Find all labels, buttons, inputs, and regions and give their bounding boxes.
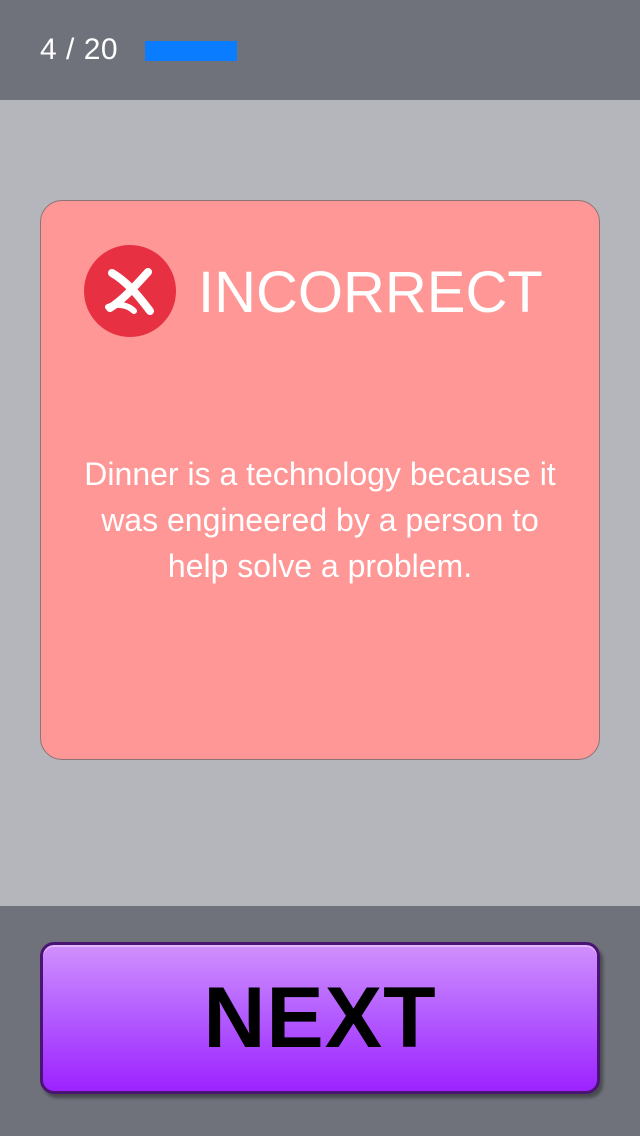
question-counter: 4 / 20 xyxy=(40,33,119,66)
explanation-text: Dinner is a technology because it was en… xyxy=(84,456,556,584)
progress-bar xyxy=(145,41,605,61)
result-title: INCORRECT xyxy=(198,260,543,325)
x-circle-icon xyxy=(84,245,176,337)
bottom-bar: NEXT xyxy=(0,906,640,1136)
progress-bar-fill xyxy=(145,41,237,61)
next-button[interactable]: NEXT xyxy=(40,942,600,1094)
main-content: INCORRECT Dinner is a technology because… xyxy=(0,100,640,906)
feedback-card: INCORRECT Dinner is a technology because… xyxy=(40,200,600,760)
top-bar: 4 / 20 xyxy=(0,0,640,100)
next-button-label: NEXT xyxy=(203,970,437,1066)
x-mark-icon xyxy=(105,268,154,315)
